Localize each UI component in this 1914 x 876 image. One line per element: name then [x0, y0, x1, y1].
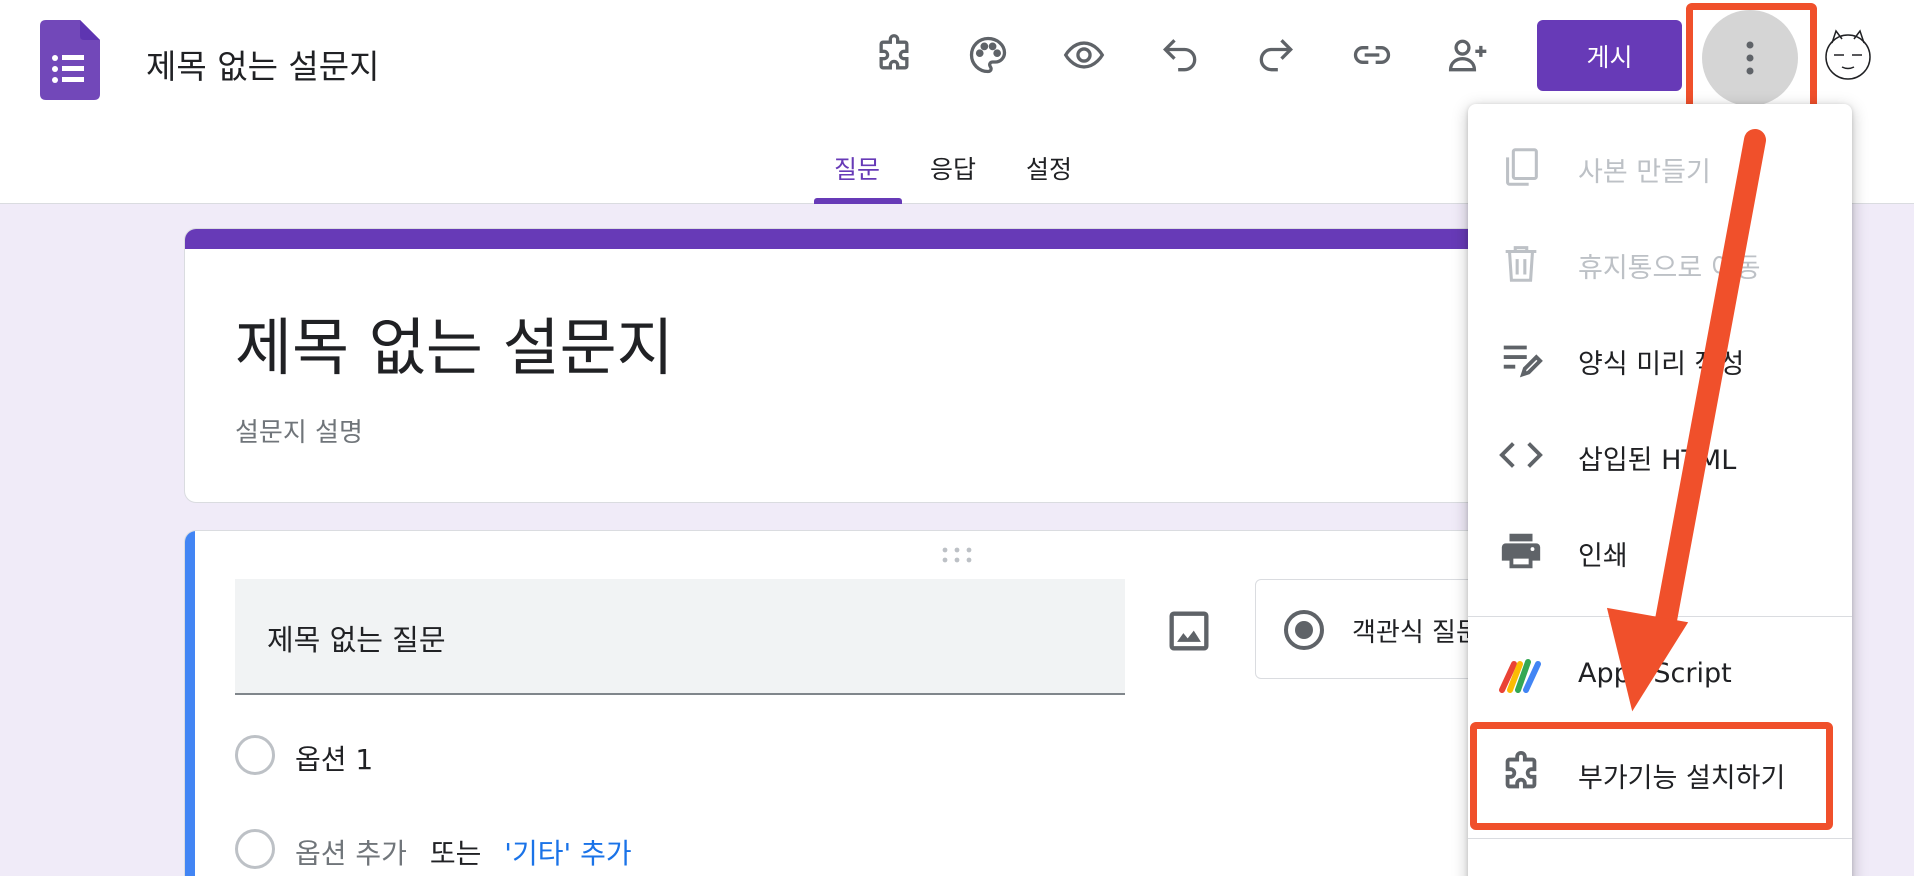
menu-divider — [1468, 838, 1852, 839]
apps-script-icon — [1499, 659, 1541, 693]
publish-button[interactable]: 게시 — [1537, 20, 1682, 91]
code-icon — [1499, 442, 1543, 468]
more-button-annotation-box — [1686, 3, 1817, 116]
question-type-label: 객관식 질문 — [1352, 618, 1480, 648]
form-description-field[interactable]: 설문지 설명 — [235, 412, 363, 449]
form-title-card: 제목 없는 설문지 설문지 설명 — [184, 228, 1524, 503]
redo-icon[interactable] — [1246, 30, 1306, 80]
menu-item-print[interactable]: 인쇄 — [1468, 506, 1852, 596]
tab-settings[interactable]: 설정 — [1026, 150, 1072, 186]
menu-item-prefill-form[interactable]: 양식 미리 작성 — [1468, 314, 1852, 404]
add-other-link[interactable]: '기타' 추가 — [504, 837, 631, 870]
google-forms-logo-icon[interactable] — [40, 20, 100, 100]
menu-item-make-copy[interactable]: 사본 만들기 — [1468, 122, 1852, 212]
option-1-text[interactable]: 옵션 1 — [295, 738, 373, 778]
question-focus-accent — [185, 531, 195, 876]
menu-item-embed-html[interactable]: 삽입된 HTML — [1468, 410, 1852, 500]
menu-divider — [1468, 616, 1852, 617]
option-1-radio — [235, 735, 275, 775]
question-title-text: 제목 없는 질문 — [267, 623, 446, 657]
install-addons-annotation-box — [1470, 722, 1833, 830]
add-option-link[interactable]: 옵션 추가 — [295, 837, 407, 870]
palette-icon[interactable] — [958, 30, 1018, 80]
link-icon[interactable] — [1342, 30, 1402, 80]
add-collaborator-icon[interactable] — [1438, 30, 1498, 80]
active-tab-indicator — [814, 198, 902, 204]
menu-item-apps-script[interactable]: Apps Script — [1468, 630, 1852, 720]
addon-icon[interactable] — [864, 30, 924, 80]
avatar[interactable] — [1820, 25, 1876, 85]
menu-item-move-to-trash[interactable]: 휴지통으로 이동 — [1468, 218, 1852, 308]
trash-icon — [1505, 246, 1537, 282]
add-image-icon[interactable] — [1163, 605, 1215, 657]
copy-icon — [1506, 148, 1538, 186]
tab-responses[interactable]: 응답 — [930, 150, 976, 186]
document-title[interactable]: 제목 없는 설문지 — [146, 40, 380, 88]
add-option-radio — [235, 829, 275, 869]
drag-handle-icon[interactable] — [939, 545, 975, 565]
form-title[interactable]: 제목 없는 설문지 — [235, 297, 674, 387]
print-icon — [1501, 533, 1541, 569]
preview-eye-icon[interactable] — [1054, 30, 1114, 80]
radio-selected-icon — [1284, 610, 1324, 650]
question-card[interactable]: 제목 없는 질문 객관식 질문 옵션 1 옵션 추가 또는 '기타' 추가 — [184, 530, 1524, 876]
title-card-accent — [185, 229, 1523, 249]
prefill-icon — [1503, 345, 1543, 378]
tab-questions[interactable]: 질문 — [834, 150, 880, 186]
or-text: 또는 — [429, 837, 482, 870]
add-option-row: 옵션 추가 또는 '기타' 추가 — [295, 832, 632, 872]
undo-icon[interactable] — [1150, 30, 1210, 80]
question-title-input[interactable]: 제목 없는 질문 — [235, 579, 1125, 695]
